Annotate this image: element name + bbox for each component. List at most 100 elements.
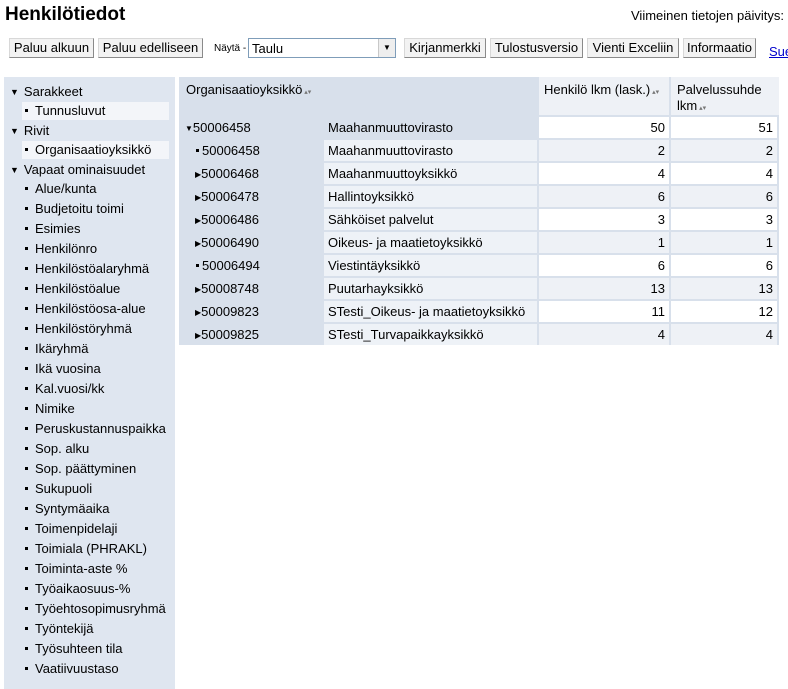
view-select[interactable]: Taulu ▼ (248, 38, 396, 58)
sidebar-item[interactable]: Työsuhteen tila (22, 640, 169, 658)
row-code-cell[interactable]: ▼50006458 (185, 117, 325, 138)
triangle-down-icon[interactable]: ▼ (10, 126, 19, 136)
sidebar-item[interactable]: Toiminta-aste % (22, 560, 169, 578)
triangle-down-icon[interactable]: ▼ (185, 124, 193, 133)
sidebar-item[interactable]: Tunnusluvut (22, 102, 169, 120)
bullet-icon (25, 326, 28, 330)
sidebar-item-label: Työsuhteen tila (35, 641, 123, 656)
row-code-cell[interactable]: ▶50006486 (195, 209, 325, 230)
row-code-cell[interactable]: ▶50006478 (195, 186, 325, 207)
row-code-cell[interactable]: ▶50006468 (195, 163, 325, 184)
sidebar-item-label: Toimenpidelaji (35, 521, 118, 536)
sidebar-item[interactable]: Työaikaosuus-% (22, 580, 169, 598)
column-header-henkilo[interactable]: Henkilö lkm (lask.) ▴▾ (544, 82, 670, 101)
sidebar-item[interactable]: Ikä vuosina (22, 360, 169, 378)
sidebar-item[interactable]: Sop. päättyminen (22, 460, 169, 478)
triangle-right-icon[interactable]: ▶ (195, 239, 201, 248)
henkilo-count-cell: 2 (539, 140, 669, 161)
bullet-icon (25, 426, 28, 430)
row-code: 50006478 (201, 189, 259, 204)
table-row: ▶50009823 STesti_Oikeus- ja maatietoyksik… (179, 301, 779, 322)
triangle-right-icon[interactable]: ▶ (195, 170, 201, 179)
sidebar-item[interactable]: Organisaatioyksikkö (22, 141, 169, 159)
sidebar-section-1[interactable]: ▼ Rivit (10, 122, 49, 140)
bullet-icon (25, 526, 28, 530)
sidebar-section-0[interactable]: ▼ Sarakkeet (10, 83, 82, 101)
sidebar-item[interactable]: Sop. alku (22, 440, 169, 458)
row-name: STesti_Turvapaikkayksikkö (324, 324, 537, 345)
print-version-button[interactable]: Tulostusversio (490, 38, 583, 58)
bullet-icon (25, 108, 28, 112)
triangle-right-icon[interactable]: ▶ (195, 331, 201, 340)
sidebar-item[interactable]: Työntekijä (22, 620, 169, 638)
sidebar-item[interactable]: Budjetoitu toimi (22, 200, 169, 218)
row-code-cell[interactable]: 50006458 (195, 140, 325, 161)
sidebar-item[interactable]: Henkilöstöalue (22, 280, 169, 298)
column-header-organisaatioyksikko[interactable]: Organisaatioyksikkö ▴▾ (186, 82, 536, 101)
triangle-right-icon[interactable]: ▶ (195, 308, 201, 317)
sidebar-item[interactable]: Sukupuoli (22, 480, 169, 498)
row-name: Maahanmuuttoyksikkö (324, 163, 537, 184)
bullet-icon (196, 263, 199, 267)
chevron-down-icon[interactable]: ▼ (378, 39, 395, 57)
sidebar-section-label: Vapaat ominaisuudet (23, 162, 146, 177)
sidebar-item[interactable]: Vaatiivuustaso (22, 660, 169, 678)
bullet-icon (25, 226, 28, 230)
sidebar-item[interactable]: Syntymäaika (22, 500, 169, 518)
sidebar-item[interactable]: Toimiala (PHRAKL) (22, 540, 169, 558)
table-row: 50006458 Maahanmuuttovirasto 2 2 (179, 140, 779, 161)
sidebar-item[interactable]: Nimike (22, 400, 169, 418)
bullet-icon (25, 566, 28, 570)
sort-icon[interactable]: ▴▾ (302, 89, 311, 96)
row-code-cell[interactable]: ▶50009825 (195, 324, 325, 345)
view-select-value: Taulu (252, 41, 284, 56)
sidebar-item[interactable]: Alue/kunta (22, 180, 169, 198)
sidebar-item-label: Ikä vuosina (35, 361, 101, 376)
bookmark-button[interactable]: Kirjanmerkki (404, 38, 486, 58)
sidebar-item[interactable]: Toimenpidelaji (22, 520, 169, 538)
triangle-down-icon[interactable]: ▼ (10, 165, 19, 175)
column-header-palvelussuhde[interactable]: Palvelussuhde lkm ▴▾ (677, 82, 777, 117)
sidebar-item[interactable]: Työehtosopimusryhmä (22, 600, 169, 618)
sidebar-item[interactable]: Ikäryhmä (22, 340, 169, 358)
table-row: 50006494 Viestintäyksikkö 6 6 (179, 255, 779, 276)
bullet-icon (25, 266, 28, 270)
partial-link[interactable]: Sue (769, 44, 788, 59)
sidebar-item-label: Työntekijä (35, 621, 94, 636)
palvelussuhde-count-cell: 6 (671, 255, 777, 276)
bullet-icon (25, 366, 28, 370)
back-button[interactable]: Paluu edelliseen (98, 38, 203, 58)
sort-icon[interactable]: ▴▾ (650, 89, 659, 96)
palvelussuhde-count-cell: 12 (671, 301, 777, 322)
sidebar-item-label: Työaikaosuus-% (35, 581, 131, 596)
sidebar-item-label: Toimiala (PHRAKL) (35, 541, 147, 556)
triangle-down-icon[interactable]: ▼ (10, 87, 19, 97)
home-button[interactable]: Paluu alkuun (9, 38, 94, 58)
bullet-icon (25, 446, 28, 450)
sidebar-item[interactable]: Henkilönro (22, 240, 169, 258)
row-code-cell[interactable]: ▶50006490 (195, 232, 325, 253)
row-code-cell[interactable]: 50006494 (195, 255, 325, 276)
sidebar-item[interactable]: Kal.vuosi/kk (22, 380, 169, 398)
row-name: STesti_Oikeus- ja maatietoyksikkö (324, 301, 537, 322)
triangle-right-icon[interactable]: ▶ (195, 285, 201, 294)
sidebar-item[interactable]: Esimies (22, 220, 169, 238)
sidebar-item[interactable]: Henkilöstöosa-alue (22, 300, 169, 318)
table-row: ▶50006478 Hallintoyksikkö 6 6 (179, 186, 779, 207)
triangle-right-icon[interactable]: ▶ (195, 193, 201, 202)
sidebar-section-2[interactable]: ▼ Vapaat ominaisuudet (10, 161, 145, 179)
sidebar-item[interactable]: Henkilöstöalaryhmä (22, 260, 169, 278)
header: Henkilötiedot Viimeinen tietojen päivity… (0, 0, 788, 34)
sidebar-item-label: Nimike (35, 401, 75, 416)
bullet-icon (25, 506, 28, 510)
info-button[interactable]: Informaatio (683, 38, 756, 58)
bullet-icon (25, 646, 28, 650)
sort-icon[interactable]: ▴▾ (697, 105, 706, 112)
row-code-cell[interactable]: ▶50008748 (195, 278, 325, 299)
row-code-cell[interactable]: ▶50009823 (195, 301, 325, 322)
bullet-icon (25, 666, 28, 670)
triangle-right-icon[interactable]: ▶ (195, 216, 201, 225)
export-excel-button[interactable]: Vienti Exceliin (587, 38, 679, 58)
sidebar-item[interactable]: Henkilöstöryhmä (22, 320, 169, 338)
sidebar-item[interactable]: Peruskustannuspaikka (22, 420, 169, 438)
